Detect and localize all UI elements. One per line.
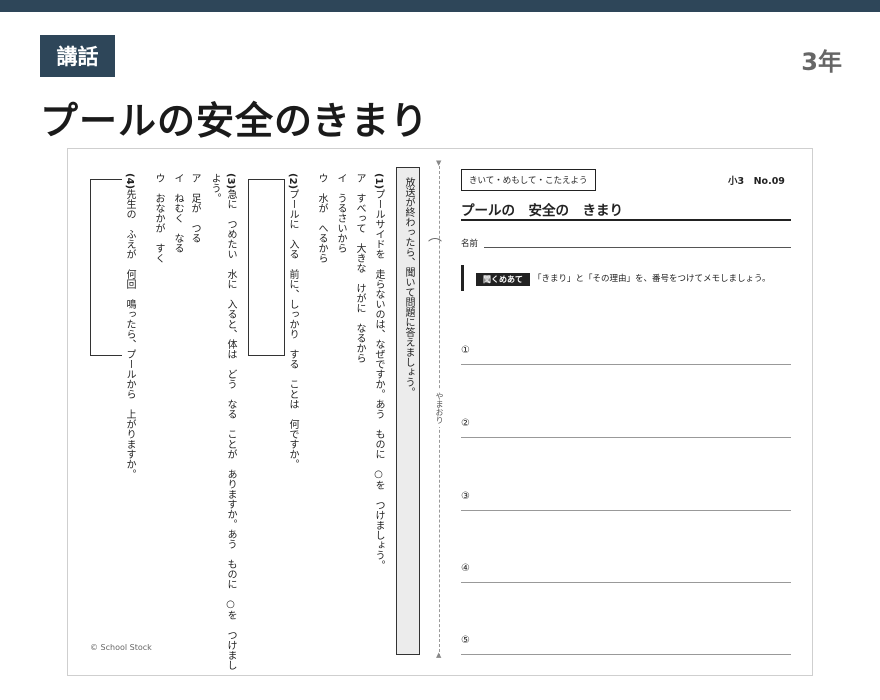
q3-option-c: ウ おなかが すく	[153, 173, 164, 263]
worksheet-title: プールの 安全の きまり	[461, 203, 623, 219]
listen-goal-text: 「きまり」と「その理由」を、番号をつけてメモしましょう。	[533, 274, 771, 284]
memo-row: ③	[461, 491, 791, 511]
name-line	[484, 247, 791, 248]
q1-option-a: ア すべって 大きな けがに なるから	[354, 173, 365, 363]
fold-arrow-bottom-icon: ▲	[436, 651, 442, 659]
title-underline	[461, 219, 791, 221]
fold-arrow-top-icon: ▼	[436, 159, 442, 167]
name-label: 名前	[461, 239, 479, 249]
listen-bar	[461, 265, 464, 291]
question-3-cont: よう。	[209, 173, 220, 203]
question-2: (2)プールに 入る 前に、しっかり する ことは 何ですか。	[287, 173, 298, 470]
question-1: (1)プールサイドを 走らないのは、なぜですか。あう ものに ○を つけましょう…	[373, 173, 384, 571]
fold-label: やまおり	[434, 389, 445, 427]
memo-row: ②	[461, 418, 791, 438]
worksheet-tag: きいて・めもして・こたえよう	[461, 169, 596, 191]
fold-icon: ⌒	[428, 238, 442, 254]
listen-goal-tag: 聞くめあて	[476, 273, 530, 286]
q2-answer-box	[248, 179, 285, 356]
question-4: (4)先生の ふえが 何回 鳴ったら、プールから 上がりますか。	[124, 173, 135, 480]
worksheet-image: 放送が終わったら、聞いて問題に答えましょう。 (1)プールサイドを 走らないのは…	[67, 148, 813, 676]
content-card: 講話 3年 プールの安全のきまり 放送が終わったら、聞いて問題に答えましょう。 …	[0, 12, 880, 700]
copyright: © School Stock	[90, 643, 152, 652]
grade-label: 3年	[801, 48, 842, 76]
worksheet-code: 小3 No.09	[728, 176, 785, 187]
q3-option-b: イ ねむく なる	[172, 173, 183, 253]
category-badge: 講話	[40, 35, 115, 77]
q1-option-c: ウ 水が へるから	[316, 173, 327, 263]
question-3: (3)急に つめたい 水に 入ると、体は どう なる ことが ありますか。あう …	[225, 173, 236, 671]
top-bar	[0, 0, 880, 12]
q1-option-b: イ うるさいから	[335, 173, 346, 253]
page-title: プールの安全のきまり	[40, 99, 429, 143]
instruction-box: 放送が終わったら、聞いて問題に答えましょう。	[396, 167, 420, 655]
memo-row: ①	[461, 345, 791, 365]
q3-option-a: ア 足が つる	[189, 173, 200, 243]
memo-row: ⑤	[461, 635, 791, 655]
memo-row: ④	[461, 563, 791, 583]
q4-answer-box	[90, 179, 122, 356]
